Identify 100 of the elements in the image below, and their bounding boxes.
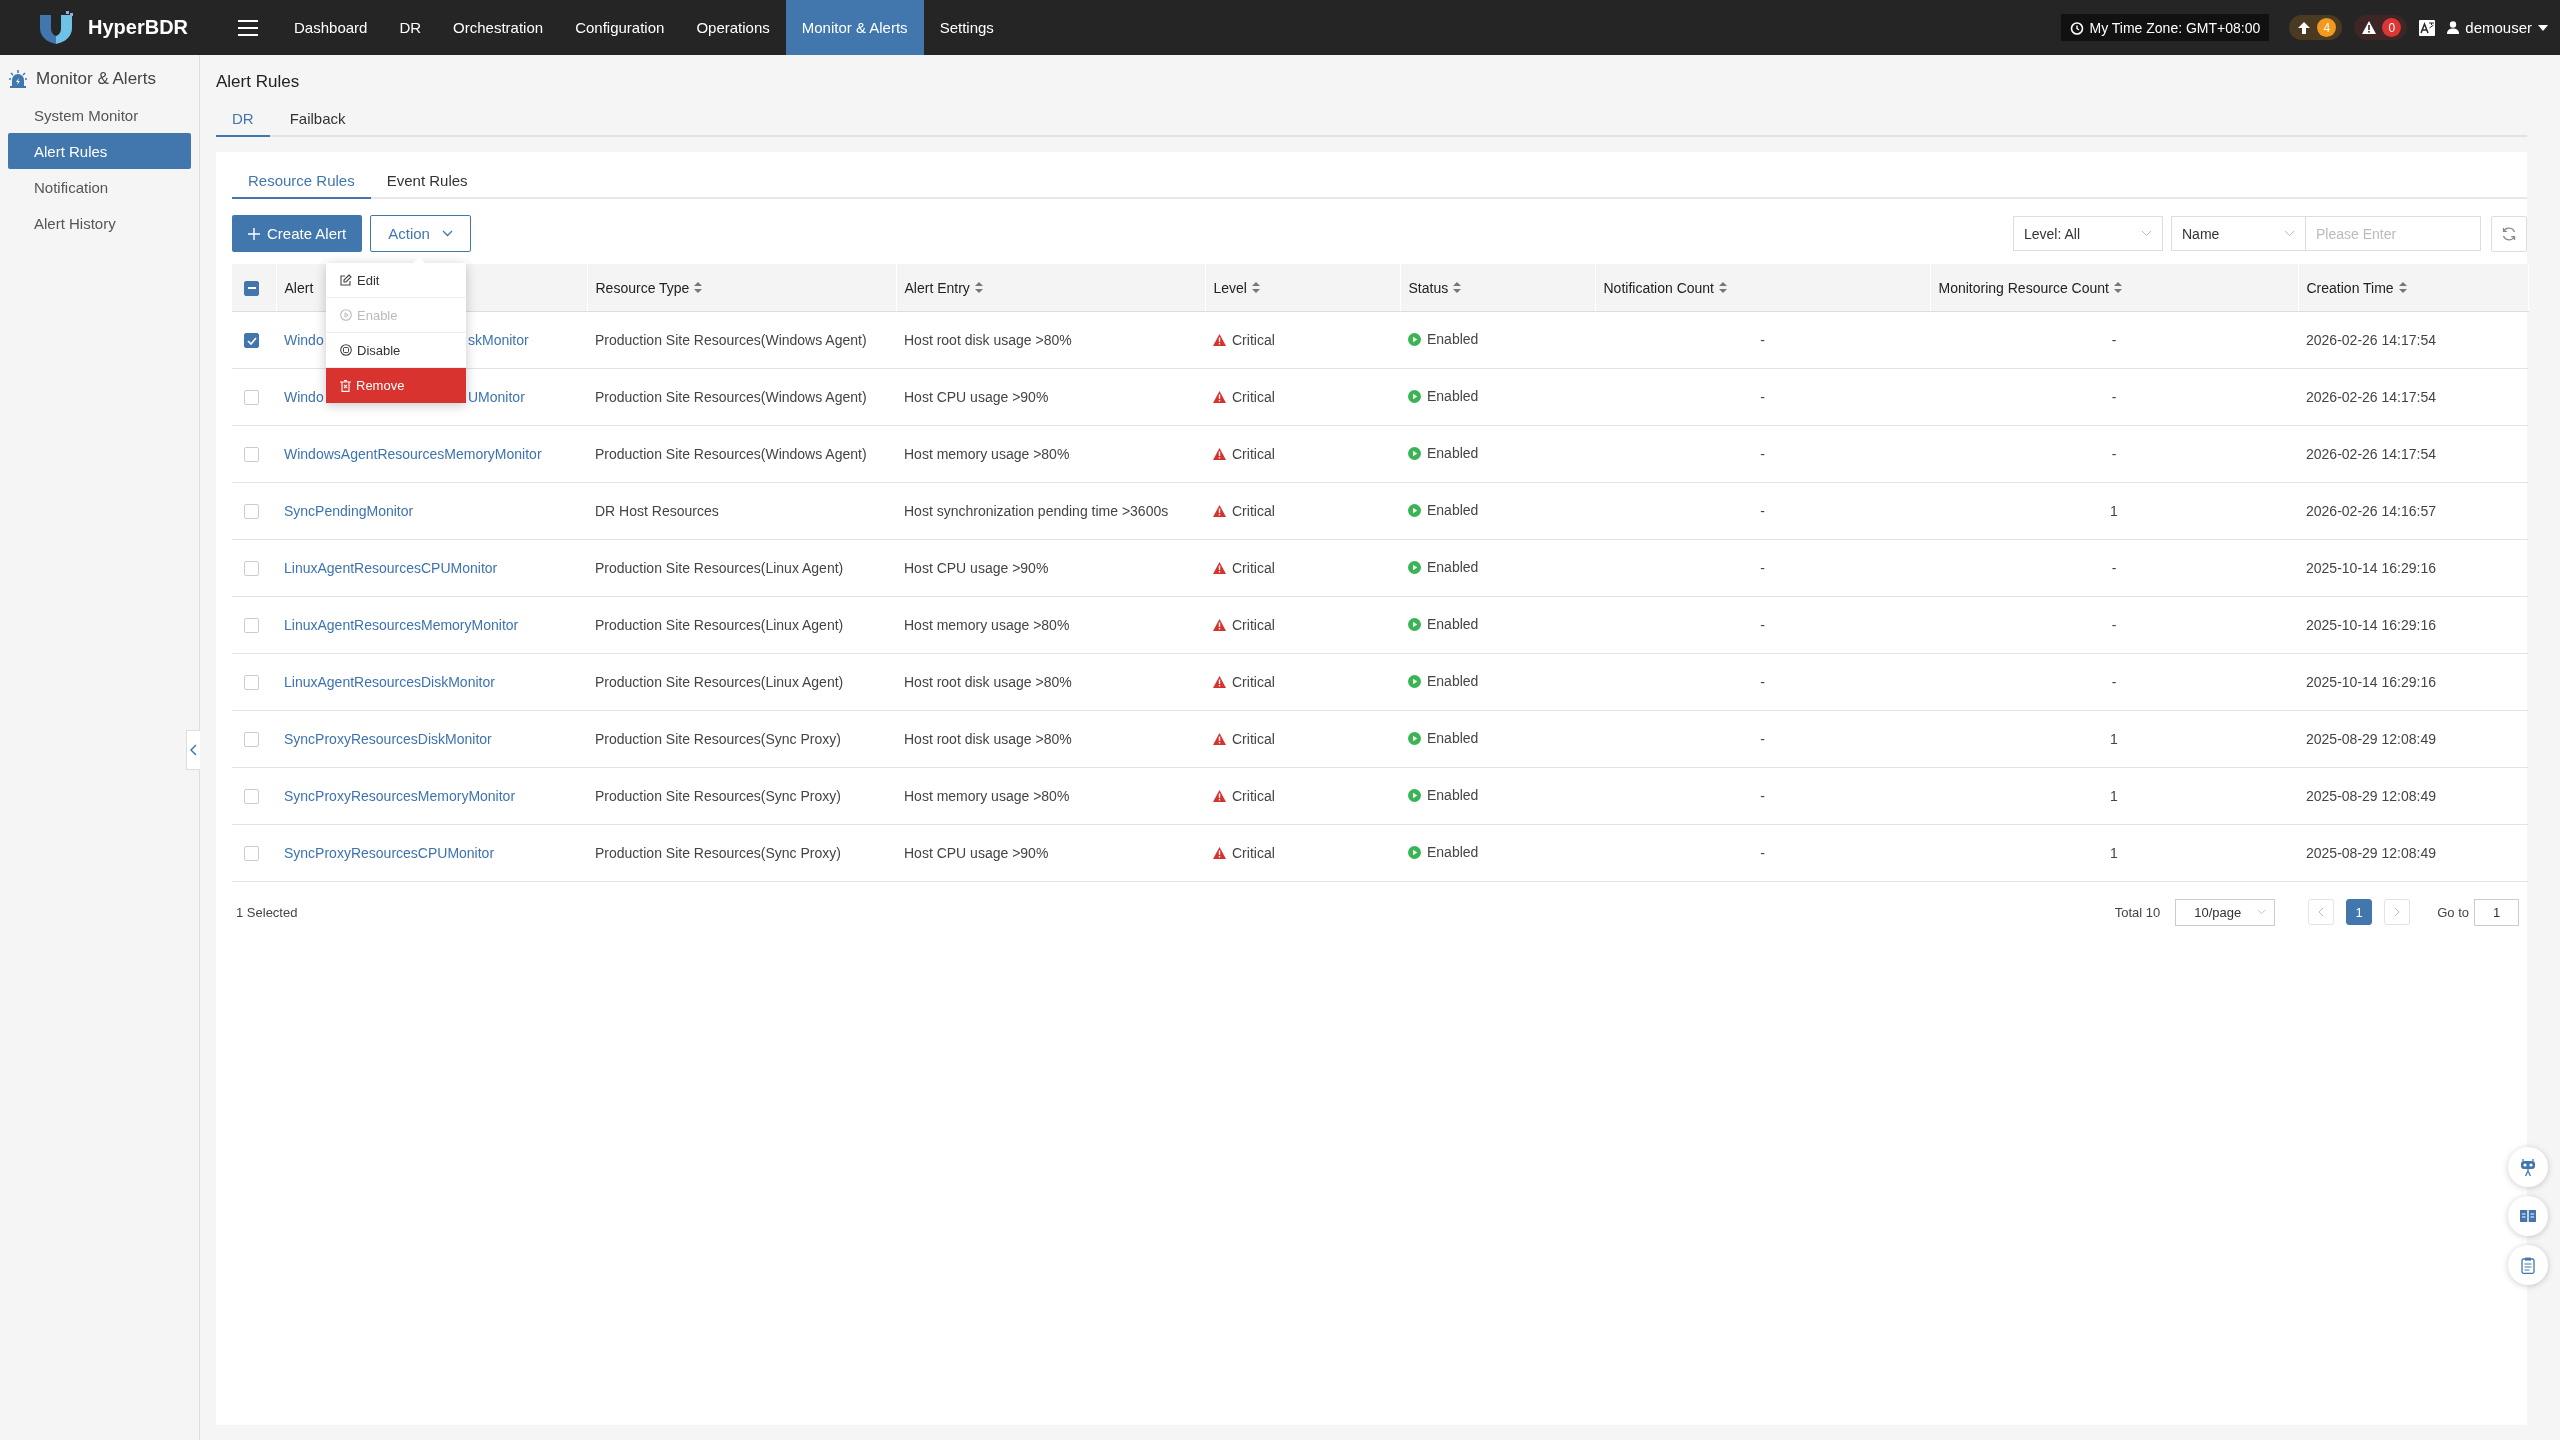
column-header[interactable]: Level — [1213, 279, 1260, 296]
clipboard-icon — [2521, 1256, 2535, 1274]
table-cell: Production Site Resources(Sync Proxy) — [595, 845, 841, 861]
column-header[interactable]: Monitoring Resource Count — [1938, 279, 2122, 296]
rule-name-link[interactable]: LinuxAgentResourcesMemoryMonitor — [284, 617, 519, 633]
table-cell: Host synchronization pending time >3600s — [904, 503, 1169, 519]
tab[interactable]: Event Rules — [370, 164, 484, 199]
table-cell: Host memory usage >80% — [904, 788, 1070, 804]
check-icon — [246, 336, 257, 345]
nav-tab[interactable]: DR — [383, 0, 438, 55]
status-label: Enabled — [1427, 388, 1479, 405]
rule-name-link[interactable]: LinuxAgentResourcesDiskMonitor — [284, 674, 495, 690]
sidebar-item[interactable]: Alert Rules — [8, 133, 191, 169]
column-header[interactable]: Status — [1408, 279, 1462, 296]
checkbox[interactable] — [244, 390, 259, 406]
previous-page-button[interactable] — [2308, 899, 2335, 925]
checkbox[interactable] — [244, 447, 259, 463]
menu-item[interactable]: Edit — [326, 263, 466, 298]
level-filter[interactable]: Level: All — [2013, 216, 2163, 251]
guide-button[interactable] — [2508, 1196, 2548, 1236]
nav-tab[interactable]: Orchestration — [437, 0, 560, 55]
table-cell: - — [1760, 389, 1765, 405]
action-button[interactable]: Action — [370, 215, 471, 252]
field-select[interactable]: Name — [2171, 216, 2306, 251]
checkbox[interactable] — [244, 618, 259, 634]
create-alert-button[interactable]: Create Alert — [232, 215, 363, 252]
table-cell: Production Site Resources(Linux Agent) — [595, 560, 844, 576]
nav-tab[interactable]: Settings — [923, 0, 1010, 55]
timezone-display[interactable]: My Time Zone: GMT+08:00 — [2060, 14, 2270, 41]
table-cell: - — [1760, 845, 1765, 861]
clock-icon — [2069, 20, 2084, 35]
warning-icon — [1213, 846, 1226, 859]
checkbox[interactable] — [244, 789, 259, 805]
brand-name: HyperBDR — [88, 16, 189, 39]
checkbox[interactable] — [244, 280, 259, 296]
alert-indicator[interactable]: 0 — [2354, 15, 2408, 40]
play-circle-icon — [1408, 389, 1421, 403]
nav-tab[interactable]: Dashboard — [278, 0, 384, 55]
assistant-button[interactable] — [2508, 1147, 2548, 1187]
column-header[interactable]: Resource Type — [595, 279, 703, 296]
tab[interactable]: DR — [216, 104, 270, 137]
rule-name-link[interactable]: Windo — [284, 332, 324, 348]
rule-name-link[interactable]: SyncProxyResourcesCPUMonitor — [284, 845, 495, 861]
menu-icon[interactable] — [238, 18, 259, 37]
table-cell: Production Site Resources(Windows Agent) — [595, 332, 867, 348]
checkbox[interactable] — [244, 732, 259, 748]
rule-name-link[interactable]: SyncPendingMonitor — [284, 503, 414, 519]
rule-name-link[interactable]: UMonitor — [468, 389, 525, 405]
nav-tab[interactable]: Configuration — [559, 0, 681, 55]
checkbox[interactable] — [244, 846, 259, 862]
nav-tab[interactable]: Operations — [680, 0, 786, 55]
sidebar-item[interactable]: Alert History — [8, 205, 191, 241]
tab[interactable]: Failback — [273, 104, 362, 137]
chevron-right-icon — [2394, 907, 2401, 917]
rule-name-link[interactable]: WindowsAgentResourcesMemoryMonitor — [284, 446, 542, 462]
table-cell: 2026-02-26 14:17:54 — [2306, 389, 2436, 405]
sidebar-item[interactable]: System Monitor — [8, 97, 191, 133]
translate-icon[interactable] — [2419, 19, 2436, 36]
level-label: Critical — [1232, 844, 1275, 861]
play-circle-icon — [340, 309, 352, 321]
rule-name-link[interactable]: Windo — [284, 389, 324, 405]
chevron-down-icon — [441, 230, 453, 237]
rule-name-link[interactable]: SyncProxyResourcesDiskMonitor — [284, 731, 492, 747]
status-label: Enabled — [1427, 673, 1479, 690]
column-header[interactable]: Alert — [284, 279, 314, 296]
plus-icon — [248, 227, 260, 240]
chevron-down-icon — [2284, 230, 2295, 237]
column-header[interactable]: Notification Count — [1603, 279, 1727, 296]
checkbox[interactable] — [244, 333, 259, 349]
next-page-button[interactable] — [2384, 899, 2411, 925]
column-header[interactable]: Creation Time — [2306, 279, 2407, 296]
table-cell: - — [1760, 560, 1765, 576]
play-circle-icon — [1408, 674, 1421, 688]
table-cell: - — [1760, 503, 1765, 519]
refresh-button[interactable] — [2491, 215, 2527, 252]
play-circle-icon — [1408, 617, 1421, 631]
rule-name-link[interactable]: LinuxAgentResourcesCPUMonitor — [284, 560, 498, 576]
rule-name-link[interactable]: skMonitor — [468, 332, 529, 348]
menu-item[interactable]: Disable — [326, 333, 466, 368]
collapse-button[interactable] — [186, 730, 200, 770]
warning-icon — [1213, 732, 1226, 745]
checkbox[interactable] — [244, 561, 259, 577]
tab[interactable]: Resource Rules — [232, 164, 371, 199]
page-size-select[interactable]: 10/page — [2175, 898, 2276, 926]
checkbox[interactable] — [244, 675, 259, 691]
nav-tab[interactable]: Monitor & Alerts — [785, 0, 924, 55]
notes-button[interactable] — [2508, 1245, 2548, 1285]
search-field[interactable]: Please Enter — [2306, 216, 2481, 251]
shield-logo-icon — [38, 10, 74, 45]
column-header[interactable]: Alert Entry — [904, 279, 983, 296]
goto-page-field[interactable]: 1 — [2474, 898, 2519, 926]
menu-item[interactable]: Remove — [326, 368, 466, 403]
table-cell: 2025-08-29 12:08:49 — [2306, 788, 2436, 804]
user-menu[interactable]: demouser — [2447, 19, 2548, 36]
checkbox[interactable] — [244, 504, 259, 520]
page-button[interactable]: 1 — [2346, 899, 2373, 925]
sidebar-item[interactable]: Notification — [8, 169, 191, 205]
goto-label: Go to — [2437, 904, 2469, 920]
count-badge: 4 — [2317, 18, 2337, 37]
rule-name-link[interactable]: SyncProxyResourcesMemoryMonitor — [284, 788, 516, 804]
